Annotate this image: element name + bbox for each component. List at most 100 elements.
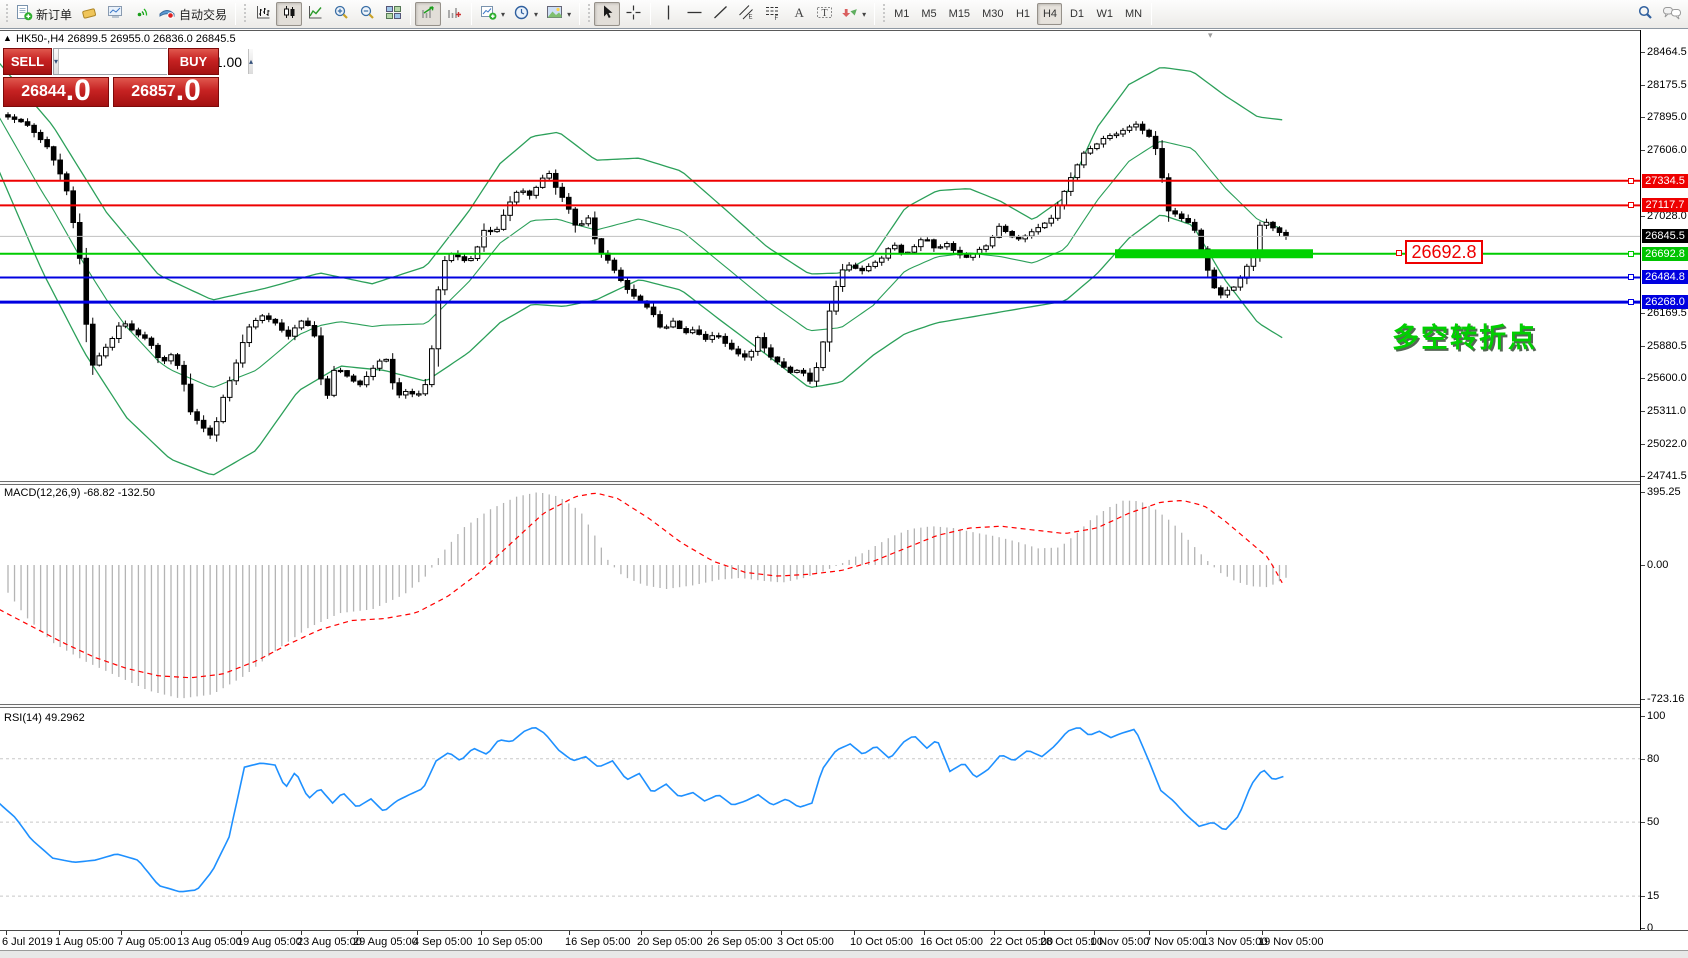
time-tick-label: 13 Aug 05:00	[177, 936, 242, 948]
line-drag-handle[interactable]	[1628, 274, 1634, 281]
tf-h1-button[interactable]: H1	[1010, 3, 1035, 25]
line-drag-handle[interactable]	[1628, 299, 1634, 306]
tf-h4-button[interactable]: H4	[1037, 3, 1063, 25]
time-tick-label: 3 Oct 05:00	[777, 936, 834, 948]
price-tick-label: 28175.5	[1647, 78, 1687, 91]
price-line-label: 26692.8	[1642, 246, 1688, 261]
text-label-tool-button[interactable]: T	[811, 2, 837, 26]
tf-d1-button[interactable]: D1	[1064, 3, 1089, 25]
price-tick-label: 25600.0	[1647, 372, 1687, 385]
line-chart-mode-button[interactable]	[302, 2, 328, 26]
channel-tool-button[interactable]: E	[733, 2, 759, 26]
pane-divider-macd[interactable]	[0, 481, 1688, 485]
line-drag-handle[interactable]	[1628, 250, 1634, 257]
volume-input[interactable]	[59, 49, 249, 74]
price-tick-label: 28464.5	[1647, 46, 1687, 59]
green-line-handle[interactable]	[1396, 250, 1402, 256]
price-line-label: 27334.5	[1642, 173, 1688, 188]
time-tick	[121, 931, 122, 935]
pane-divider-rsi[interactable]	[0, 704, 1688, 708]
axis-tick	[1641, 822, 1645, 824]
signal-button[interactable]	[128, 2, 154, 26]
tf-m15-button[interactable]: M15	[944, 3, 975, 25]
publish-chart-icon	[107, 4, 124, 24]
indicator-arrow-icon	[420, 4, 437, 24]
axis-tick	[1641, 116, 1645, 118]
time-tick-label: 4 Sep 05:00	[413, 936, 473, 948]
text-a-icon: A	[790, 4, 807, 24]
cursor-tool-button[interactable]	[594, 2, 621, 26]
buy-button[interactable]: BUY	[168, 48, 219, 75]
price-line-label: 26845.5	[1642, 229, 1688, 244]
community-chat-button[interactable]	[1658, 2, 1686, 26]
axis-tick	[1641, 475, 1645, 477]
candlestick-mode-button[interactable]	[276, 2, 303, 26]
price-tick-label: 24741.5	[1647, 469, 1687, 482]
toolbar-grip[interactable]	[4, 4, 10, 24]
price-tick-label: 25311.0	[1647, 405, 1686, 418]
toolbar-grip[interactable]	[586, 4, 593, 24]
volume-increase-button[interactable]: ▴	[248, 49, 254, 74]
template-button[interactable]: ▾	[542, 2, 575, 26]
fibonacci-tool-button[interactable]: F	[759, 2, 785, 26]
eraser-button[interactable]	[76, 2, 102, 26]
horizontal-line-tool-button[interactable]	[681, 2, 707, 26]
time-tick	[181, 931, 182, 935]
arrows-tool-button[interactable]: ▾	[837, 2, 870, 26]
time-tick-label: 10 Oct 05:00	[850, 936, 913, 948]
chart-shift-marker[interactable]: ▾	[1208, 30, 1213, 41]
sell-price-panel[interactable]: 26844.0	[3, 76, 109, 107]
time-tick-label: 26 Sep 05:00	[707, 936, 773, 948]
fibonacci-icon: F	[764, 4, 781, 24]
buy-price-panel[interactable]: 26857.0	[113, 76, 219, 107]
time-axis[interactable]: 6 Jul 2019 1 Aug 05:00 7 Aug 05:00 13 Aug 0…	[0, 930, 1688, 950]
price-line-label: 27117.7	[1642, 198, 1688, 213]
text-label-icon: T	[816, 4, 833, 24]
toolbar-separator	[471, 3, 473, 25]
price-callout-box[interactable]: 26692.8	[1405, 240, 1483, 264]
window-bottom-edge	[0, 950, 1688, 958]
one-click-collapse-arrow[interactable]: ▲	[3, 33, 12, 43]
mt4-window: 新订单 自动交易 ▾ ▾ ▾ E F A T ▾ M1 M5 M15 M30 H…	[0, 0, 1688, 958]
zoom-in-button[interactable]	[328, 2, 354, 26]
new-order-button[interactable]: 新订单	[12, 2, 76, 26]
tf-m30-button[interactable]: M30	[977, 3, 1008, 25]
tf-mn-button[interactable]: MN	[1120, 3, 1147, 25]
publish-button[interactable]	[102, 2, 128, 26]
horizontal-line-icon	[686, 4, 703, 24]
tile-windows-button[interactable]	[380, 2, 406, 26]
toolbar-grip[interactable]	[242, 4, 249, 24]
trendline-tool-button[interactable]	[707, 2, 733, 26]
indicators-cursor-button[interactable]	[441, 2, 467, 26]
search-button[interactable]	[1632, 2, 1658, 26]
time-tick-label: 20 Sep 05:00	[637, 936, 703, 948]
new-chart-button[interactable]: ▾	[476, 2, 509, 26]
line-drag-handle[interactable]	[1628, 177, 1634, 184]
time-tick	[781, 931, 782, 935]
line-chart-icon	[307, 4, 324, 24]
time-tick-label: 16 Oct 05:00	[920, 936, 983, 948]
bar-chart-mode-button[interactable]	[250, 2, 276, 26]
tf-m1-button[interactable]: M1	[889, 3, 914, 25]
turning-point-note[interactable]: 多空转折点	[1392, 316, 1537, 355]
rsi-tick-label: 15	[1647, 890, 1660, 903]
line-drag-handle[interactable]	[1628, 202, 1634, 209]
axis-tick	[1641, 52, 1645, 54]
sell-button[interactable]: SELL	[3, 48, 52, 75]
period-button[interactable]: ▾	[509, 2, 542, 26]
crosshair-tool-button[interactable]	[620, 2, 646, 26]
text-tool-button[interactable]: A	[785, 2, 811, 26]
dropdown-arrow-icon: ▾	[534, 9, 539, 19]
axis-tick	[1641, 346, 1645, 348]
indicators-window-button[interactable]	[415, 2, 442, 26]
vertical-line-tool-button[interactable]	[655, 2, 681, 26]
tile-windows-icon	[385, 4, 402, 24]
price-line-label: 26268.0	[1642, 295, 1688, 310]
price-axis[interactable]: 28464.5 28175.5 27895.0 27606.0 27028.0 26169…	[1640, 30, 1688, 950]
zoom-out-button[interactable]	[354, 2, 380, 26]
toolbar-grip[interactable]	[881, 4, 888, 24]
tf-w1-button[interactable]: W1	[1091, 3, 1118, 25]
tf-m5-button[interactable]: M5	[916, 3, 941, 25]
autotrading-button[interactable]: 自动交易	[154, 2, 231, 26]
time-tick-label: 10 Sep 05:00	[477, 936, 543, 948]
